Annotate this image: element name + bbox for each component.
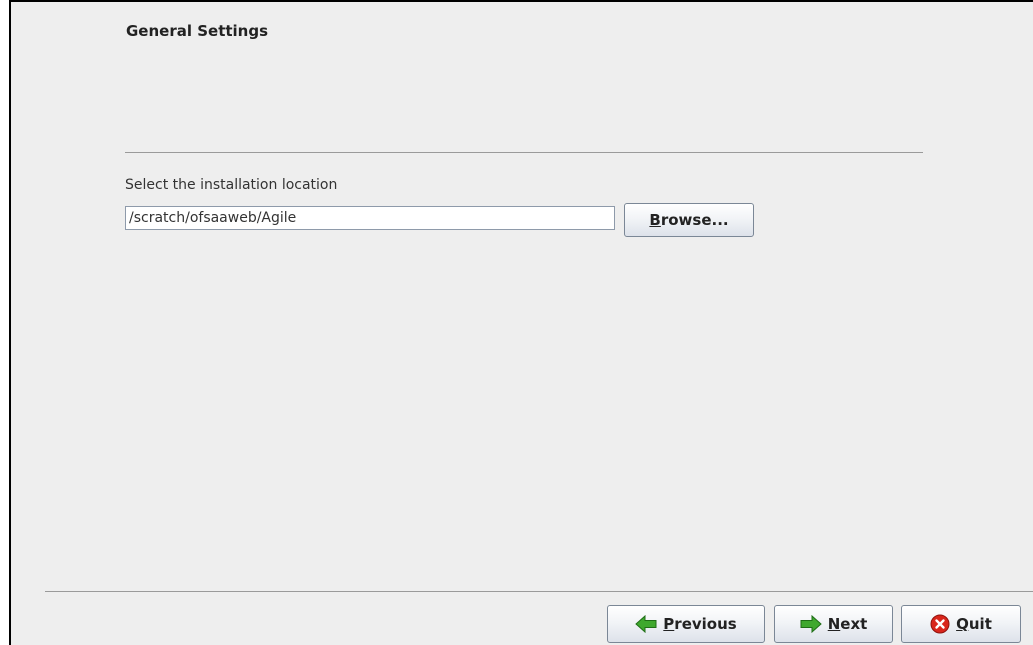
arrow-left-icon (635, 615, 657, 633)
browse-button-label: Browse... (649, 211, 729, 229)
next-button-label: Next (827, 615, 868, 633)
previous-button-label: Previous (663, 615, 737, 633)
header-divider (125, 152, 923, 153)
installer-panel: General Settings Select the installation… (9, 0, 1033, 645)
quit-button[interactable]: Quit (901, 605, 1021, 643)
next-button[interactable]: Next (774, 605, 893, 643)
installation-location-label: Select the installation location (125, 177, 338, 193)
quit-button-label: Quit (956, 615, 992, 633)
browse-button[interactable]: Browse... (624, 203, 754, 237)
close-icon (930, 614, 950, 634)
footer-divider (45, 591, 1033, 592)
installation-path-input[interactable] (125, 206, 615, 230)
previous-button[interactable]: Previous (607, 605, 765, 643)
page-title: General Settings (126, 22, 269, 40)
arrow-right-icon (800, 615, 822, 633)
